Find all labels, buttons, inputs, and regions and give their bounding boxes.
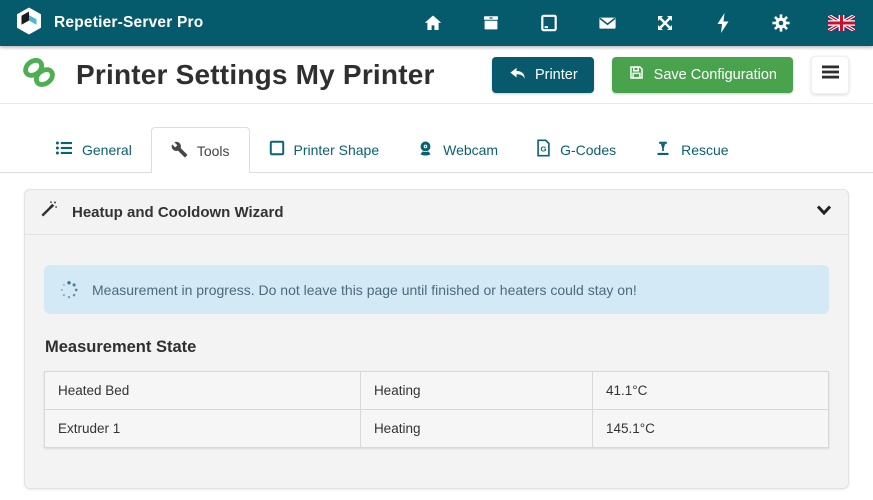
- panel-header[interactable]: Heatup and Cooldown Wizard: [25, 190, 848, 235]
- tab-rescue-label: Rescue: [681, 142, 728, 158]
- tab-gcodes-label: G-Codes: [560, 142, 616, 158]
- rescue-icon: [654, 140, 672, 160]
- app-window: Repetier-Server Pro: [0, 0, 873, 500]
- tab-tools[interactable]: Tools: [151, 127, 250, 173]
- tab-printer-shape[interactable]: Printer Shape: [250, 127, 399, 172]
- gear-icon[interactable]: [770, 12, 792, 34]
- tab-printer-shape-label: Printer Shape: [294, 142, 380, 158]
- tab-general[interactable]: General: [36, 127, 151, 172]
- navbar-icons: [422, 12, 857, 34]
- envelope-icon[interactable]: [596, 12, 618, 34]
- table-row: Heated Bed Heating 41.1°C: [45, 372, 829, 410]
- temperature-cell: 145.1°C: [593, 410, 829, 448]
- page-header: Printer Settings My Printer Printer Save…: [0, 46, 873, 104]
- table-row: Extruder 1 Heating 145.1°C: [45, 410, 829, 448]
- gcode-file-icon: G: [536, 139, 551, 160]
- tab-rescue[interactable]: Rescue: [635, 127, 747, 172]
- bolt-icon[interactable]: [712, 12, 734, 34]
- home-icon[interactable]: [422, 12, 444, 34]
- display-icon[interactable]: [538, 12, 560, 34]
- webcam-icon: [417, 139, 434, 160]
- menu-button[interactable]: [811, 56, 849, 94]
- device-cell: Extruder 1: [45, 410, 361, 448]
- language-flag-uk-icon[interactable]: [828, 12, 855, 34]
- printer-button[interactable]: Printer: [492, 57, 594, 93]
- link-icon: [18, 53, 60, 96]
- brand-title: Repetier-Server Pro: [54, 14, 203, 32]
- printer-button-label: Printer: [535, 67, 578, 83]
- hamburger-icon: [822, 65, 839, 84]
- state-cell: Heating: [360, 372, 592, 410]
- settings-tabbar: General Tools Printer Shape Webcam G G-C…: [0, 104, 873, 173]
- square-icon: [269, 140, 285, 159]
- measurement-state-heading: Measurement State: [45, 338, 829, 357]
- top-navbar: Repetier-Server Pro: [0, 0, 873, 46]
- floppy-icon: [628, 64, 645, 85]
- measurement-state-table: Heated Bed Heating 41.1°C Extruder 1 Hea…: [44, 371, 829, 448]
- chevron-down-icon[interactable]: [816, 203, 832, 221]
- brand[interactable]: Repetier-Server Pro: [14, 6, 203, 41]
- page-title: Printer Settings My Printer: [76, 59, 435, 91]
- save-button-label: Save Configuration: [654, 67, 777, 83]
- list-icon: [55, 140, 73, 159]
- panel-title: Heatup and Cooldown Wizard: [72, 204, 816, 221]
- save-configuration-button[interactable]: Save Configuration: [612, 57, 793, 93]
- reply-arrow-icon: [508, 65, 526, 85]
- tab-gcodes[interactable]: G G-Codes: [517, 127, 635, 172]
- tab-tools-label: Tools: [197, 143, 230, 159]
- device-cell: Heated Bed: [45, 372, 361, 410]
- repetier-logo-icon: [14, 6, 44, 41]
- expand-icon[interactable]: [654, 12, 676, 34]
- svg-text:G: G: [541, 145, 547, 154]
- tab-webcam[interactable]: Webcam: [398, 127, 517, 172]
- alert-message: Measurement in progress. Do not leave th…: [92, 282, 637, 298]
- heatup-cooldown-panel: Heatup and Cooldown Wizard Measurement i…: [24, 189, 849, 489]
- tab-webcam-label: Webcam: [443, 142, 498, 158]
- tab-general-label: General: [82, 142, 132, 158]
- printer-box-icon[interactable]: [480, 12, 502, 34]
- state-cell: Heating: [360, 410, 592, 448]
- magic-wand-icon: [39, 200, 58, 224]
- temperature-cell: 41.1°C: [593, 372, 829, 410]
- wrench-icon: [171, 141, 188, 161]
- spinner-icon: [59, 280, 79, 300]
- panel-body: Measurement in progress. Do not leave th…: [25, 235, 848, 448]
- measurement-progress-alert: Measurement in progress. Do not leave th…: [44, 265, 829, 314]
